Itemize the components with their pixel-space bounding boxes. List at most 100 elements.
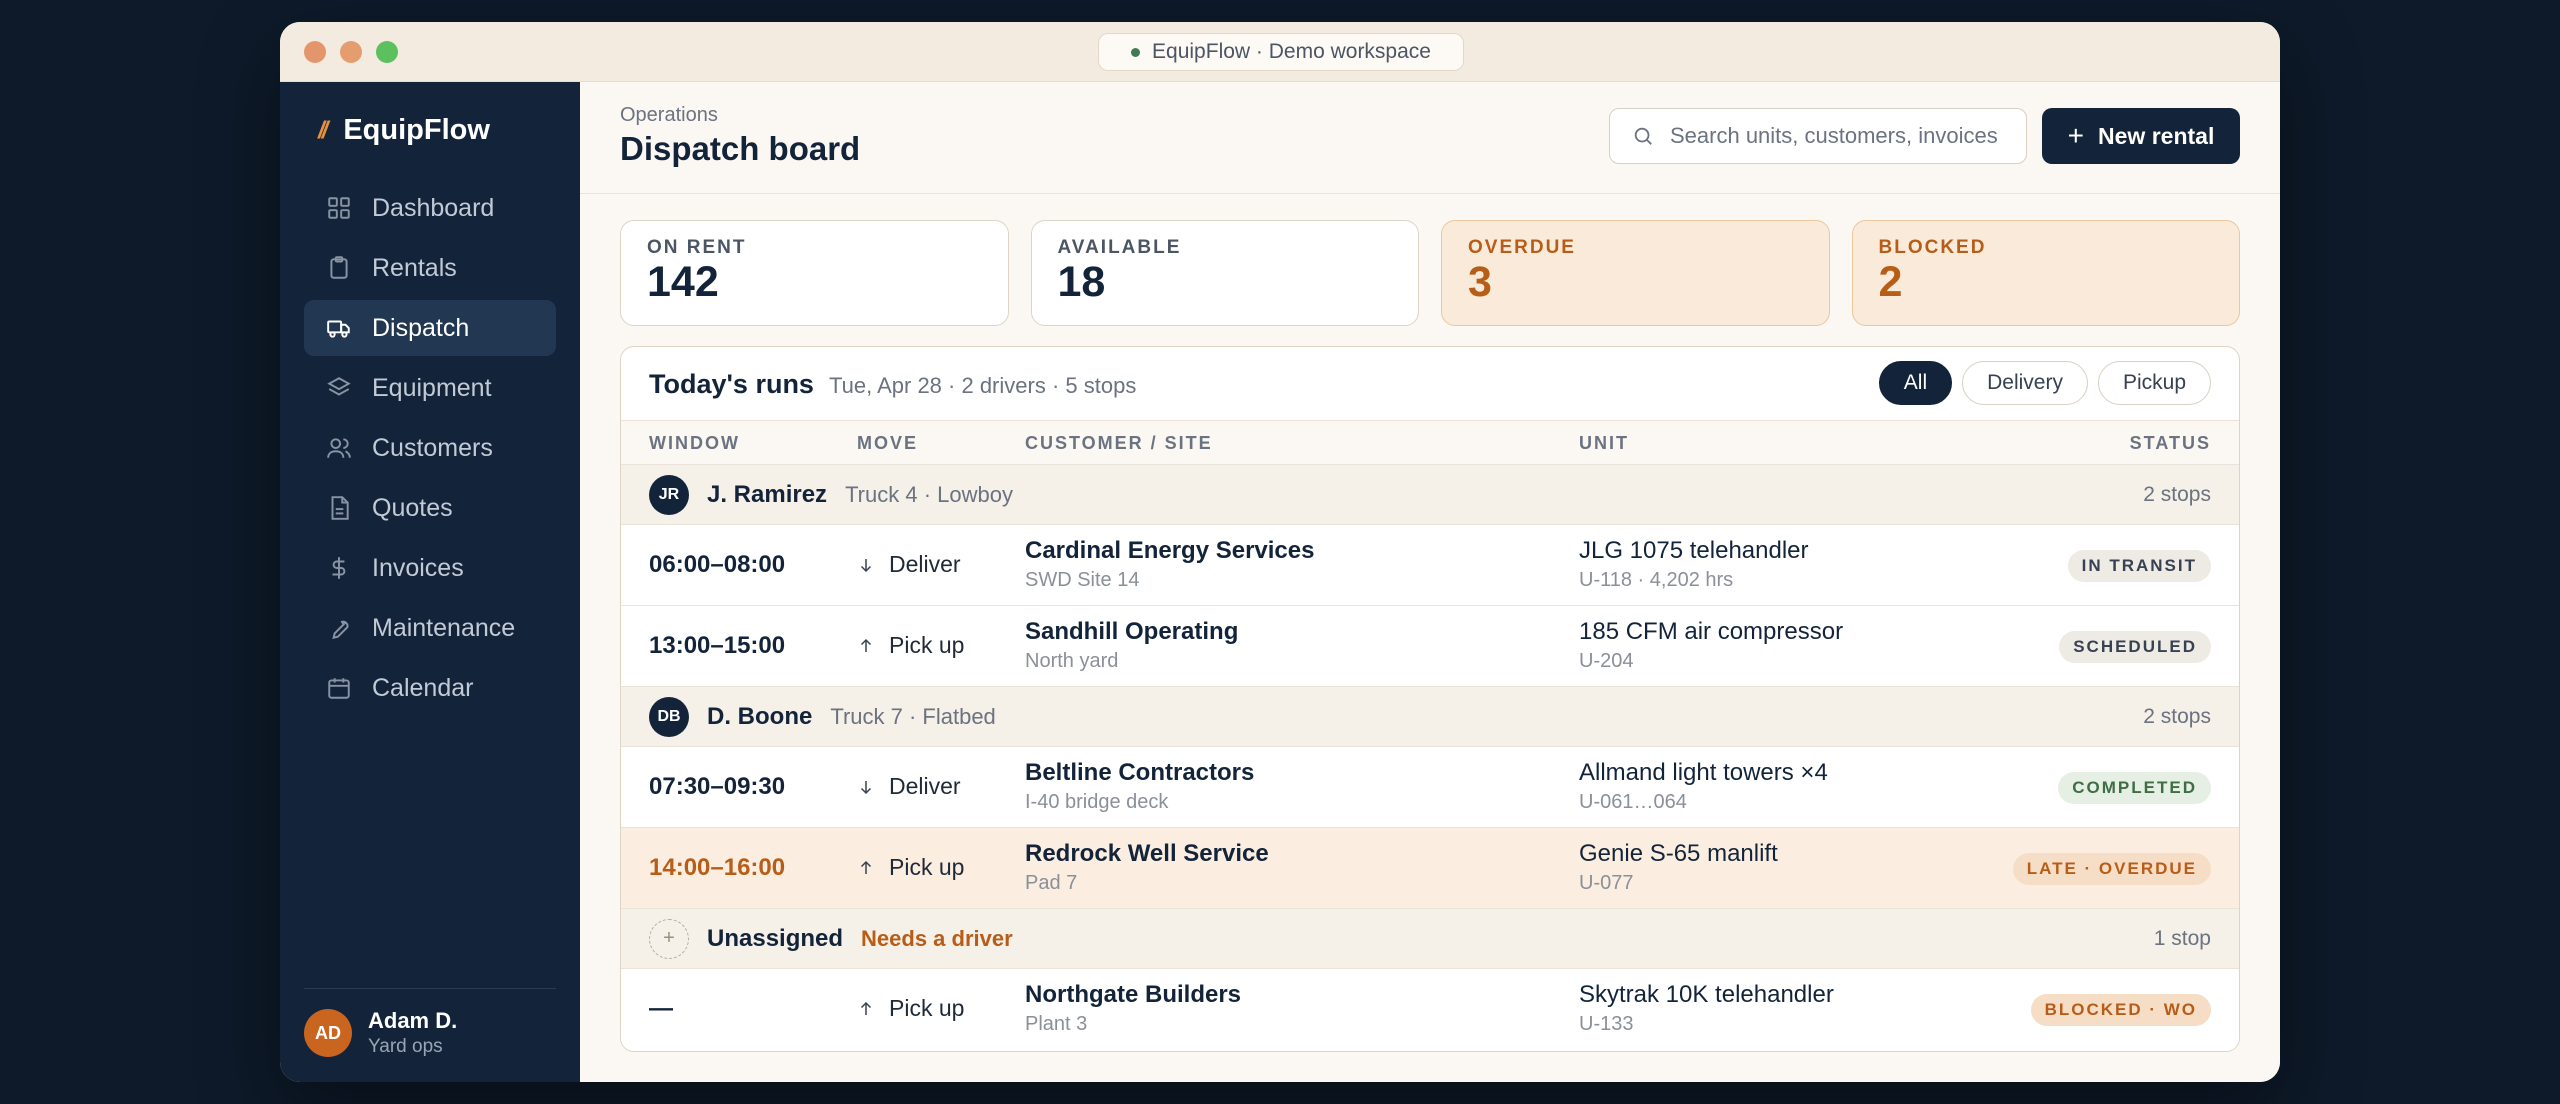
customer-site: Plant 3 — [1025, 1013, 1088, 1035]
table-row[interactable]: — Pick up Northgate Builders Plant 3 Skytrak… — [621, 969, 2239, 1050]
driver-group-header[interactable]: DB D. Boone Truck 7 · Flatbed 2 stops — [621, 687, 2239, 747]
sidebar-divider — [304, 988, 556, 989]
driver-name: J. Ramirez — [707, 480, 828, 508]
column-header-move[interactable]: MOVE — [857, 433, 918, 454]
unit-name[interactable]: Skytrak 10K telehandler — [1579, 981, 1834, 1009]
page-title: Dispatch board — [620, 130, 861, 167]
runs-table-body: JR J. Ramirez Truck 4 · Lowboy 2 stops 06:00… — [621, 465, 2239, 1050]
arrow-up-icon — [857, 1000, 875, 1018]
filter-chip-pickup[interactable]: Pickup — [2097, 361, 2211, 405]
stat-value: 2 — [1878, 258, 1903, 306]
sidebar: // EquipFlow Dashboard Rentals Dispatch Equ… — [280, 82, 580, 1082]
unit-name[interactable]: 185 CFM air compressor — [1579, 618, 1843, 646]
breadcrumb[interactable]: Operations — [620, 104, 718, 127]
sidebar-item-label: Quotes — [372, 493, 453, 522]
stat-card-on-rent[interactable]: ON RENT 142 — [620, 220, 1009, 326]
close-window-button[interactable] — [304, 41, 326, 63]
customer-name[interactable]: Cardinal Energy Services — [1025, 537, 1314, 565]
grid-icon — [326, 195, 352, 221]
stat-label: OVERDUE — [1468, 237, 1576, 258]
sidebar-item-invoices[interactable]: Invoices — [304, 540, 556, 596]
customer-name[interactable]: Beltline Contractors — [1025, 759, 1254, 787]
add-driver-icon[interactable]: + — [649, 918, 689, 959]
table-row[interactable]: 06:00–08:00 Deliver Cardinal Energy Servic… — [621, 525, 2239, 606]
arrow-up-icon — [857, 637, 875, 655]
sidebar-item-quotes[interactable]: Quotes — [304, 480, 556, 536]
customer-name[interactable]: Northgate Builders — [1025, 981, 1241, 1009]
move-label: Deliver — [889, 773, 961, 799]
runs-title: Today's runs — [649, 369, 814, 399]
driver-avatar: JR — [649, 474, 689, 515]
driver-group-header[interactable]: JR J. Ramirez Truck 4 · Lowboy 2 stops — [621, 465, 2239, 525]
column-header-status[interactable]: STATUS — [2130, 433, 2211, 454]
customer-site: I-40 bridge deck — [1025, 791, 1169, 813]
stat-card-available[interactable]: AVAILABLE 18 — [1030, 220, 1419, 326]
column-header-customer-site[interactable]: CUSTOMER / SITE — [1025, 433, 1213, 454]
user-role: Yard ops — [368, 1036, 443, 1057]
sidebar-item-dispatch[interactable]: Dispatch — [304, 300, 556, 356]
brand-name: EquipFlow — [343, 114, 490, 146]
unit-cell: Allmand light towers ×4 U-061…064 — [1579, 759, 1828, 814]
move-label: Deliver — [889, 551, 961, 577]
driver-group-header[interactable]: + Unassigned Needs a driver 1 stop — [621, 909, 2239, 969]
column-header-window[interactable]: WINDOW — [649, 433, 740, 454]
runs-panel: Today's runs Tue, Apr 28 · 2 drivers · 5… — [620, 346, 2240, 1052]
stat-card-overdue[interactable]: OVERDUE 3 — [1441, 220, 1830, 326]
maximize-window-button[interactable] — [376, 41, 398, 63]
sidebar-item-equipment[interactable]: Equipment — [304, 360, 556, 416]
dollar-icon — [326, 555, 352, 581]
table-row[interactable]: 07:30–09:30 Deliver Beltline Contractors I-… — [621, 747, 2239, 828]
driver-truck: Truck 7 · Flatbed — [830, 703, 996, 729]
user-profile[interactable]: AD Adam D. Yard ops — [304, 1008, 457, 1058]
column-header-unit[interactable]: UNIT — [1579, 433, 1629, 454]
workspace-pill: EquipFlow · Demo workspace — [1098, 33, 1464, 71]
title-bar: EquipFlow · Demo workspace — [280, 22, 2280, 82]
unit-name[interactable]: Genie S-65 manlift — [1579, 840, 1778, 868]
filter-chip-all[interactable]: All — [1878, 361, 1953, 405]
stat-value: 142 — [647, 258, 719, 306]
unit-name[interactable]: JLG 1075 telehandler — [1579, 537, 1809, 565]
sidebar-item-label: Dashboard — [372, 193, 495, 222]
customer-cell: Redrock Well Service Pad 7 — [1025, 840, 1269, 895]
stat-value: 3 — [1468, 258, 1492, 306]
customer-name[interactable]: Sandhill Operating — [1025, 618, 1238, 646]
sidebar-item-customers[interactable]: Customers — [304, 420, 556, 476]
new-rental-button[interactable]: + New rental — [2042, 108, 2240, 164]
time-window: — — [649, 995, 673, 1022]
sidebar-item-label: Dispatch — [372, 313, 470, 342]
time-window: 14:00–16:00 — [649, 854, 786, 881]
runs-meta: Tue, Apr 28 · 2 drivers · 5 stops — [829, 373, 1137, 398]
unit-id: U-061…064 — [1579, 791, 1687, 813]
sidebar-item-label: Rentals — [372, 253, 457, 282]
filter-chip-delivery[interactable]: Delivery — [1962, 361, 2088, 405]
table-row[interactable]: 13:00–15:00 Pick up Sandhill Operating Nort… — [621, 606, 2239, 687]
brand[interactable]: // EquipFlow — [318, 114, 490, 147]
unit-name[interactable]: Allmand light towers ×4 — [1579, 759, 1828, 787]
unit-id: U-077 — [1579, 872, 1634, 894]
customer-name[interactable]: Redrock Well Service — [1025, 840, 1269, 868]
customer-site: Pad 7 — [1025, 872, 1078, 894]
workspace-label: EquipFlow · Demo workspace — [1152, 40, 1431, 63]
runs-header: Today's runs Tue, Apr 28 · 2 drivers · 5… — [621, 347, 2239, 421]
status-badge: LATE · OVERDUE — [2012, 853, 2211, 885]
sidebar-item-calendar[interactable]: Calendar — [304, 660, 556, 716]
users-icon — [326, 435, 352, 461]
table-row[interactable]: 14:00–16:00 Pick up Redrock Well Service Pa… — [621, 828, 2239, 909]
layers-icon — [326, 375, 352, 401]
stat-card-blocked[interactable]: BLOCKED 2 — [1851, 220, 2240, 326]
sidebar-item-dashboard[interactable]: Dashboard — [304, 180, 556, 236]
sidebar-item-label: Calendar — [372, 673, 474, 702]
sidebar-item-rentals[interactable]: Rentals — [304, 240, 556, 296]
customer-cell: Cardinal Energy Services SWD Site 14 — [1025, 537, 1314, 592]
minimize-window-button[interactable] — [340, 41, 362, 63]
search-icon — [1634, 127, 1652, 145]
sidebar-item-maintenance[interactable]: Maintenance — [304, 600, 556, 656]
plus-icon: + — [2067, 120, 2085, 151]
filter-chips: All Delivery Pickup — [1878, 361, 2211, 405]
stat-value: 18 — [1057, 258, 1106, 306]
stop-count: 2 stops — [2143, 704, 2211, 728]
document-icon — [326, 495, 352, 521]
status-badge: COMPLETED — [2058, 772, 2211, 804]
search-input[interactable]: Search units, customers, invoices — [1609, 108, 2027, 164]
app-window: EquipFlow · Demo workspace // EquipFlow … — [280, 22, 2280, 1082]
